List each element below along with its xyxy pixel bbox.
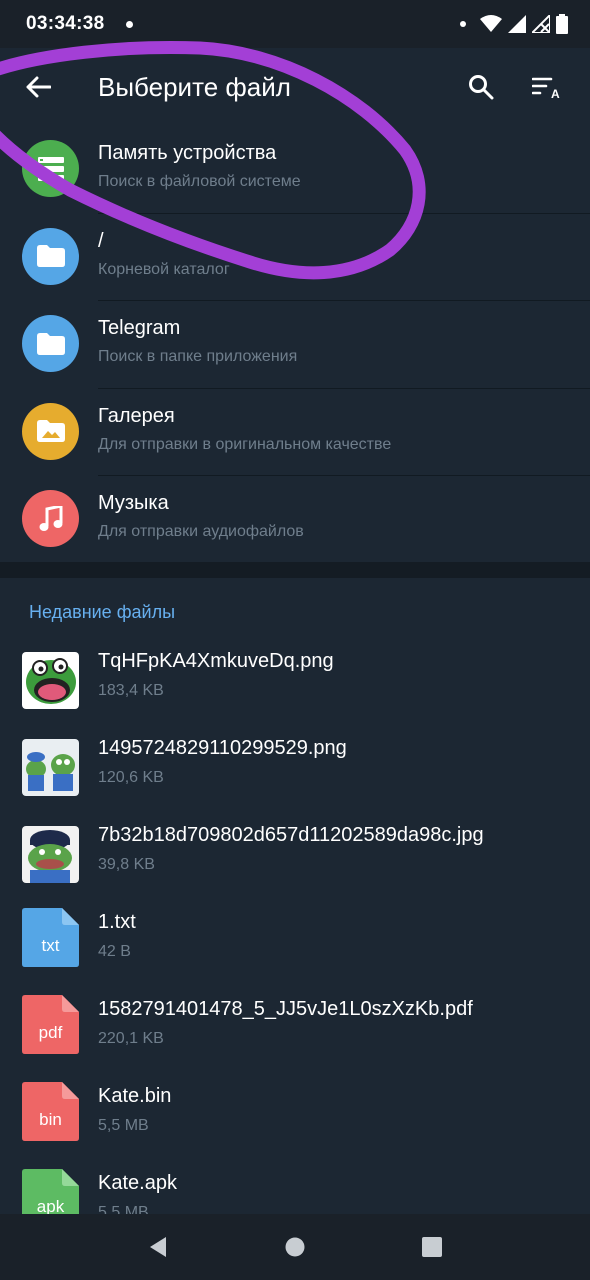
app-bar: Выберите файл A <box>0 48 590 126</box>
file-name: 1582791401478_5_JJ5vJe1L0szXzKb.pdf <box>98 998 473 1020</box>
sort-button[interactable]: A <box>514 54 580 120</box>
location-subtitle: Для отправки аудиофайлов <box>98 523 304 540</box>
image-thumbnail <box>22 826 79 883</box>
section-separator <box>0 562 590 578</box>
page-title: Выберите файл <box>98 71 291 102</box>
file-item[interactable]: 1495724829110299529.png 120,6 KB <box>0 733 590 820</box>
location-title: Музыка <box>98 492 169 514</box>
file-name: Kate.apk <box>98 1172 177 1194</box>
file-size: 5,5 MB <box>98 1204 149 1214</box>
nav-recents-button[interactable] <box>402 1217 462 1277</box>
status-time: 03:34:38 <box>26 13 105 34</box>
back-button[interactable] <box>0 48 76 126</box>
locations-list: Память устройства Поиск в файловой систе… <box>0 126 590 562</box>
file-extension: bin <box>39 1110 62 1129</box>
arrow-left-icon <box>26 76 51 98</box>
file-name: 1495724829110299529.png <box>98 737 347 759</box>
folder-icon <box>22 227 79 285</box>
location-subtitle: Поиск в папке приложения <box>98 348 298 365</box>
sort-alpha-icon: A <box>532 77 560 99</box>
file-size: 39,8 KB <box>98 856 155 873</box>
nav-home-button[interactable] <box>265 1217 325 1277</box>
dot-icon <box>460 21 466 27</box>
location-title: Галерея <box>98 404 175 427</box>
storage-icon <box>22 140 79 197</box>
svg-text:A: A <box>551 87 560 99</box>
folder-icon <box>22 315 79 372</box>
triangle-back-icon <box>150 1237 167 1257</box>
location-item-gallery[interactable]: Галерея Для отправки в оригинальном каче… <box>0 389 590 476</box>
location-title: Память устройства <box>98 142 277 164</box>
notification-dot-icon <box>126 20 134 28</box>
section-header: Недавние файлы <box>29 602 176 622</box>
image-thumbnail <box>22 739 79 796</box>
location-item-telegram[interactable]: Telegram Поиск в папке приложения <box>0 301 590 389</box>
image-icon <box>22 402 79 460</box>
search-button[interactable] <box>448 54 514 120</box>
image-thumbnail <box>22 652 79 709</box>
nav-back-button[interactable] <box>128 1217 188 1277</box>
file-extension: apk <box>36 1197 65 1214</box>
file-item[interactable]: bin Kate.bin 5,5 MB <box>0 1081 590 1168</box>
location-item-music[interactable]: Музыка Для отправки аудиофайлов <box>0 476 590 564</box>
file-name: 7b32b18d709802d657d11202589da98c.jpg <box>98 824 484 846</box>
circle-home-icon <box>285 1237 305 1257</box>
file-extension: txt <box>41 936 60 955</box>
file-size: 183,4 KB <box>98 682 164 699</box>
status-icons <box>460 14 568 34</box>
status-bar: 03:34:38 <box>0 0 590 48</box>
wifi-icon <box>480 15 502 32</box>
file-item[interactable]: txt 1.txt 42 B <box>0 907 590 994</box>
square-recents-icon <box>421 1237 442 1257</box>
location-subtitle: Корневой каталог <box>98 260 230 278</box>
location-item-device-storage[interactable]: Память устройства Поиск в файловой систе… <box>0 126 590 214</box>
file-size: 120,6 KB <box>98 769 164 786</box>
file-item[interactable]: pdf 1582791401478_5_JJ5vJe1L0szXzKb.pdf … <box>0 994 590 1081</box>
file-extension: pdf <box>38 1023 63 1042</box>
location-title: Telegram <box>98 317 181 339</box>
recent-files-section: Недавние файлы TqHFpKA4XmkuveDq.png 183,… <box>0 578 590 1214</box>
file-item[interactable]: apk Kate.apk 5,5 MB <box>0 1168 590 1214</box>
battery-icon <box>556 14 568 34</box>
location-title: / <box>98 229 104 252</box>
music-note-icon <box>22 490 79 547</box>
signal-off-icon <box>532 15 550 33</box>
signal-icon <box>508 15 526 33</box>
recent-files-list: TqHFpKA4XmkuveDq.png 183,4 KB 1495724829… <box>0 646 590 1214</box>
file-size: 220,1 KB <box>98 1030 164 1047</box>
file-name: 1.txt <box>98 911 136 933</box>
file-name: TqHFpKA4XmkuveDq.png <box>98 650 334 672</box>
system-nav-bar <box>0 1214 590 1280</box>
location-subtitle: Поиск в файловой системе <box>98 173 301 190</box>
file-size: 5,5 MB <box>98 1117 149 1134</box>
location-subtitle: Для отправки в оригинальном качестве <box>98 435 392 453</box>
file-size: 42 B <box>98 943 131 960</box>
file-item[interactable]: 7b32b18d709802d657d11202589da98c.jpg 39,… <box>0 820 590 907</box>
file-item[interactable]: TqHFpKA4XmkuveDq.png 183,4 KB <box>0 646 590 733</box>
file-name: Kate.bin <box>98 1085 172 1107</box>
search-icon <box>469 75 494 100</box>
location-item-root[interactable]: / Корневой каталог <box>0 214 590 301</box>
